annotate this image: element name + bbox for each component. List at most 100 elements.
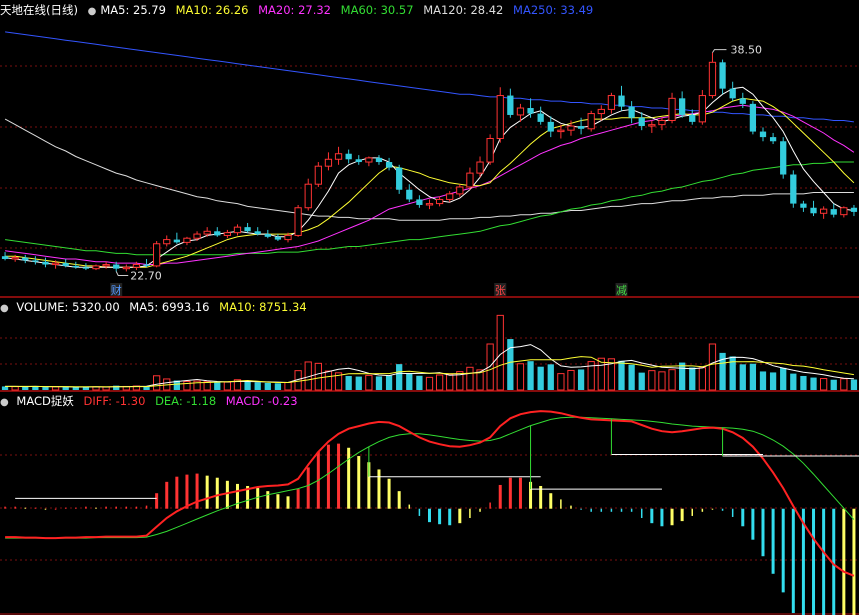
volume-bar <box>668 369 676 391</box>
candle <box>607 92 616 114</box>
candle-body <box>163 239 171 245</box>
candle-body <box>618 95 625 107</box>
volume-bar <box>466 366 474 391</box>
candle <box>658 117 666 131</box>
volume-bar <box>537 366 544 390</box>
dea-label: DEA: -1.18 <box>155 394 217 408</box>
macd-bar <box>286 496 290 509</box>
macd-bar <box>14 506 16 509</box>
candle-body <box>567 125 575 131</box>
macd-title[interactable]: MACD捉妖 <box>16 394 73 408</box>
candle <box>769 132 777 145</box>
candle <box>32 256 39 265</box>
candle-body <box>679 98 686 115</box>
candle <box>486 134 494 165</box>
macd-bar <box>175 476 179 509</box>
candle <box>729 81 736 102</box>
settings-icon[interactable]: ● <box>0 397 9 408</box>
candle <box>749 101 757 135</box>
candle <box>406 184 413 203</box>
macd-bar <box>731 508 734 517</box>
candle-body <box>264 234 271 237</box>
macd-bar <box>215 477 219 509</box>
volume-bar <box>527 361 534 390</box>
candle-body <box>486 137 494 163</box>
macd-bar <box>357 456 361 509</box>
macd-bar <box>570 505 572 509</box>
macd-bar <box>842 508 846 615</box>
candle <box>679 91 686 118</box>
macd-bar <box>44 508 47 510</box>
volume-bar <box>435 374 444 391</box>
macd-bar <box>235 483 239 509</box>
ma250-label: MA250: 33.49 <box>513 3 594 17</box>
ma10-line <box>5 97 855 268</box>
candle-body <box>537 113 544 122</box>
candle-body <box>800 203 807 208</box>
candle-body <box>780 141 787 175</box>
volume-bar <box>507 339 514 390</box>
macd-bar <box>508 477 512 509</box>
candle-body <box>113 264 120 269</box>
volume-bar <box>355 376 362 390</box>
candle <box>214 227 221 237</box>
candle-body <box>435 198 444 205</box>
macd-bar <box>135 506 138 509</box>
event-marker: 财 <box>111 283 122 297</box>
candle-body <box>597 108 605 115</box>
volume-bar <box>244 381 251 390</box>
candle-body <box>577 126 585 129</box>
volume-bar <box>183 381 191 391</box>
candle <box>375 155 383 165</box>
macd-bar <box>469 508 471 519</box>
candle <box>496 87 504 143</box>
macd-bar <box>95 507 97 509</box>
macd-bar <box>630 508 633 512</box>
volume-bar <box>62 387 69 390</box>
candle-body <box>62 263 69 266</box>
macd-bar <box>34 507 37 509</box>
volume-bar <box>11 386 19 391</box>
macd-bar <box>145 505 148 509</box>
candle-body <box>658 119 666 126</box>
candle-body <box>425 203 434 206</box>
candle-body <box>11 257 19 260</box>
candle <box>183 236 191 246</box>
candle <box>587 110 595 132</box>
settings-icon[interactable]: ● <box>0 303 9 314</box>
chart-title[interactable]: 天地在线(日线) <box>0 3 78 17</box>
candle <box>416 195 423 208</box>
macd-bar <box>812 508 816 615</box>
macd-bar <box>165 481 169 509</box>
ma120-label: MA120: 28.42 <box>423 3 504 17</box>
macd-bar <box>418 508 421 516</box>
candle <box>810 200 817 217</box>
volume-bar <box>416 375 423 390</box>
volume-bar <box>638 372 645 390</box>
candle-body <box>587 113 595 130</box>
volume-bar <box>1 386 9 390</box>
candle-body <box>496 95 504 139</box>
candle-body <box>516 107 525 116</box>
volume-bar <box>557 373 565 391</box>
candle-body <box>173 239 180 243</box>
candle-body <box>557 129 565 133</box>
macd-bar <box>670 508 674 526</box>
candle-body <box>365 157 373 163</box>
settings-icon[interactable]: ● <box>88 6 97 17</box>
macd-bar <box>701 508 704 512</box>
candle-body <box>507 95 514 115</box>
volume-bar <box>790 373 797 390</box>
macd-header: ● MACD捉妖 DIFF: -1.30 DEA: -1.18 MACD: -0… <box>0 393 304 409</box>
candle <box>223 229 232 239</box>
low-price-label: 22.70 <box>130 269 162 282</box>
volume-bar <box>658 371 666 391</box>
ma20-line <box>5 104 855 265</box>
candle <box>698 90 706 125</box>
macd-bar <box>408 504 411 509</box>
volume-bar <box>708 343 717 391</box>
candle <box>233 224 242 236</box>
volume-bar <box>385 375 393 390</box>
macd-bar <box>276 494 280 509</box>
volume-bar <box>284 381 292 391</box>
